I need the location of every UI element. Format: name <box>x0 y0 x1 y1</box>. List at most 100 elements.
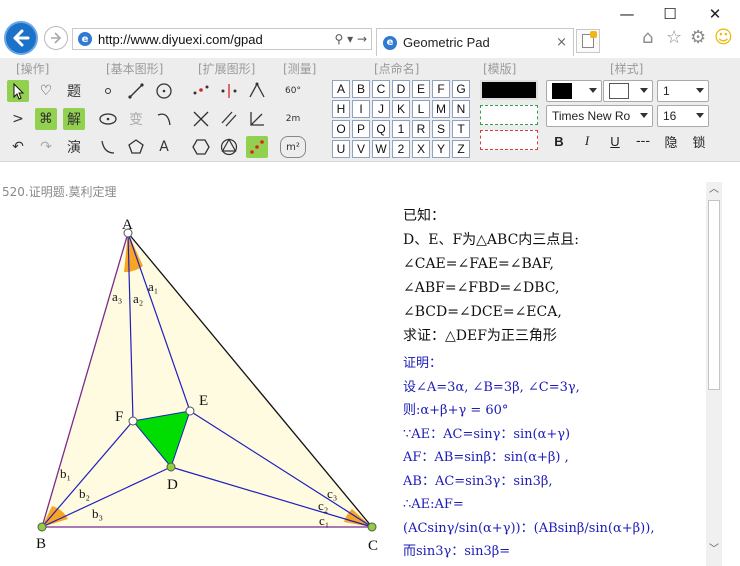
forward-button[interactable] <box>44 26 68 50</box>
transform-button[interactable]: 变 <box>125 108 147 130</box>
close-window-button[interactable]: ✕ <box>704 4 726 24</box>
select-tool-button[interactable] <box>7 80 29 102</box>
next-button[interactable]: > <box>7 108 29 130</box>
mirror-point-tool-button[interactable] <box>218 80 240 102</box>
point-name-key[interactable]: P <box>352 120 370 138</box>
vertical-scrollbar[interactable]: ︿ ﹀ <box>706 182 722 566</box>
ellipse-tool-button[interactable] <box>97 108 119 130</box>
demo-button[interactable]: 演 <box>63 136 85 158</box>
point-name-key[interactable]: U <box>332 140 350 158</box>
point-name-key[interactable]: G <box>452 80 470 98</box>
bold-button[interactable]: B <box>548 130 570 152</box>
template-dashed-red[interactable] <box>480 130 538 150</box>
point-d[interactable] <box>166 462 176 472</box>
measure-length-label: 2m <box>285 114 301 124</box>
point-name-key[interactable]: Y <box>432 140 450 158</box>
circle-tool-button[interactable] <box>153 80 175 102</box>
font-name-select[interactable]: Times New Ro <box>546 105 653 127</box>
point-name-key[interactable]: J <box>372 100 390 118</box>
address-url[interactable]: http://www.diyuexi.com/gpad <box>98 32 335 47</box>
tab-close-icon[interactable]: × <box>556 35 567 50</box>
heart-button[interactable]: ♡ <box>35 80 57 102</box>
scroll-up-icon[interactable]: ︿ <box>706 182 722 198</box>
group-title-ops: [操作] <box>16 62 50 76</box>
measure-length-button[interactable]: 2m <box>280 108 306 130</box>
point-name-key[interactable]: V <box>352 140 370 158</box>
line-width-select[interactable]: 1 <box>657 80 709 102</box>
maximize-button[interactable]: ☐ <box>659 4 681 24</box>
point-e[interactable] <box>185 406 195 416</box>
measure-angle-button[interactable]: 60° <box>280 80 306 102</box>
scroll-thumb[interactable] <box>708 200 720 390</box>
point-name-key[interactable]: E <box>412 80 430 98</box>
template-dashed-green[interactable] <box>480 105 538 125</box>
font-size-select[interactable]: 16 <box>657 105 709 127</box>
point-name-key[interactable]: F <box>432 80 450 98</box>
locus-tool-button[interactable] <box>246 136 268 158</box>
point-name-key[interactable]: N <box>452 100 470 118</box>
point-tool-button[interactable] <box>97 80 119 102</box>
point-name-key[interactable]: X <box>412 140 430 158</box>
fill-color-select[interactable] <box>603 80 653 102</box>
home-icon[interactable]: ⌂ <box>642 27 653 48</box>
point-name-key[interactable]: L <box>412 100 430 118</box>
point-c[interactable] <box>367 522 377 532</box>
tab-geometric-pad[interactable]: e Geometric Pad × <box>376 28 574 56</box>
solve-button[interactable]: 解 <box>63 108 85 130</box>
point-name-key[interactable]: M <box>432 100 450 118</box>
feedback-smiley-icon[interactable]: ☺ <box>714 27 733 48</box>
inscribed-tool-button[interactable] <box>218 136 240 158</box>
command-button[interactable]: ⌘ <box>35 108 57 130</box>
point-name-key[interactable]: Z <box>452 140 470 158</box>
point-name-key[interactable]: D <box>392 80 410 98</box>
midpoint-tool-button[interactable] <box>190 80 212 102</box>
underline-button[interactable]: U <box>604 130 626 152</box>
point-name-key[interactable]: T <box>452 120 470 138</box>
text-tool-button[interactable]: A <box>153 136 175 158</box>
italic-button[interactable]: I <box>576 130 598 152</box>
stroke-color-select[interactable] <box>546 80 602 102</box>
back-button[interactable] <box>4 21 38 55</box>
point-name-key[interactable]: A <box>332 80 350 98</box>
redo-button[interactable]: ↷ <box>35 136 57 158</box>
favorites-icon[interactable]: ☆ <box>666 27 682 48</box>
curve-tool-button[interactable] <box>97 136 119 158</box>
settings-icon[interactable]: ⚙ <box>690 27 706 48</box>
point-name-key[interactable]: R <box>412 120 430 138</box>
new-tab-button[interactable] <box>576 29 600 53</box>
scroll-down-icon[interactable]: ﹀ <box>706 542 722 558</box>
point-name-key[interactable]: K <box>392 100 410 118</box>
point-name-key[interactable]: H <box>332 100 350 118</box>
point-name-key[interactable]: W <box>372 140 390 158</box>
perpendicular-tool-button[interactable] <box>246 108 268 130</box>
geometry-figure[interactable]: A B C D E F a₁ a₂ a₃ b₁ b₂ b₃ c₁ c₂ c₃ <box>0 215 400 566</box>
angle-tool-button[interactable] <box>246 80 268 102</box>
point-b[interactable] <box>37 522 47 532</box>
measure-area-button[interactable]: m² <box>280 136 306 158</box>
lock-button[interactable]: 锁 <box>688 130 710 152</box>
address-actions[interactable]: ⚲ ▾ → <box>335 32 368 46</box>
hide-button[interactable]: 隐 <box>660 130 682 152</box>
polygon-tool-button[interactable] <box>125 136 147 158</box>
parallel-tool-button[interactable] <box>218 108 240 130</box>
point-name-key[interactable]: B <box>352 80 370 98</box>
dash-style-button[interactable]: --- <box>630 130 656 152</box>
title-button[interactable]: 题 <box>63 80 85 102</box>
cross-lines-tool-button[interactable] <box>190 108 212 130</box>
point-f[interactable] <box>128 416 138 426</box>
arc-tool-button[interactable] <box>153 108 175 130</box>
hexagon-tool-button[interactable] <box>190 136 212 158</box>
point-name-key[interactable]: C <box>372 80 390 98</box>
address-bar[interactable]: e http://www.diyuexi.com/gpad ⚲ ▾ → <box>72 28 372 50</box>
point-name-key[interactable]: O <box>332 120 350 138</box>
template-solid-black[interactable] <box>480 80 538 100</box>
triangle-abc-fill <box>42 233 372 527</box>
segment-tool-button[interactable] <box>125 80 147 102</box>
point-name-key[interactable]: Q <box>372 120 390 138</box>
minimize-button[interactable]: — <box>616 4 638 24</box>
undo-button[interactable]: ↶ <box>7 136 29 158</box>
point-name-key[interactable]: S <box>432 120 450 138</box>
point-name-key[interactable]: 2 <box>392 140 410 158</box>
point-name-key[interactable]: I <box>352 100 370 118</box>
point-name-key[interactable]: 1 <box>392 120 410 138</box>
